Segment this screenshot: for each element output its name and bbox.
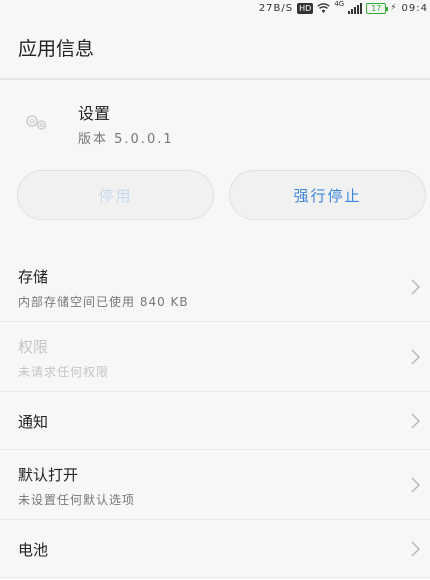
clock: 09:4 [401,2,428,14]
list-item-storage[interactable]: 存储 内部存储空间已使用 840 KB [0,252,430,322]
hd-icon: HD [297,2,314,14]
chevron-right-icon [411,477,420,493]
list-item-title: 权限 [18,338,49,356]
network-type: 4G [334,0,345,8]
chevron-right-icon [411,541,420,557]
chevron-right-icon [411,349,420,365]
list-item-subtitle: 未请求任何权限 [18,365,110,379]
list-item-notifications[interactable]: 通知 [0,392,430,450]
header-divider [0,78,430,80]
wifi-icon [317,2,331,13]
battery-level: 17 [371,3,382,13]
force-stop-button[interactable]: 强行停止 [229,170,426,220]
settings-list: 存储 内部存储空间已使用 840 KB 权限 未请求任何权限 通知 默认打开 未… [0,252,430,578]
list-item-permissions[interactable]: 权限 未请求任何权限 [0,322,430,392]
app-name: 设置 [78,104,111,123]
list-item-title: 电池 [18,541,49,559]
list-item-subtitle: 内部存储空间已使用 840 KB [18,295,189,309]
page-header: 应用信息 [0,16,430,78]
app-version: 版本 5.0.0.1 [78,132,174,147]
list-item-battery[interactable]: 电池 [0,520,430,578]
list-item-open-by-default[interactable]: 默认打开 未设置任何默认选项 [0,450,430,520]
charging-icon: ⚡ [390,3,398,13]
chevron-right-icon [411,279,420,295]
signal-icon [348,2,363,14]
list-item-title: 通知 [18,413,49,431]
list-item-subtitle: 未设置任何默认选项 [18,493,136,507]
network-speed: 27B/S [258,2,294,14]
app-info: 设置 版本 5.0.0.1 [0,88,430,158]
chevron-right-icon [411,413,420,429]
settings-gears-icon [26,115,47,130]
status-bar: 27B/S HD 4G 17 ⚡ 09:4 [0,0,430,16]
battery-icon: 17 [366,2,389,14]
list-item-title: 存储 [18,268,49,286]
list-item-title: 默认打开 [18,466,79,484]
disable-button[interactable]: 停用 [17,170,214,220]
page-title: 应用信息 [18,37,95,60]
